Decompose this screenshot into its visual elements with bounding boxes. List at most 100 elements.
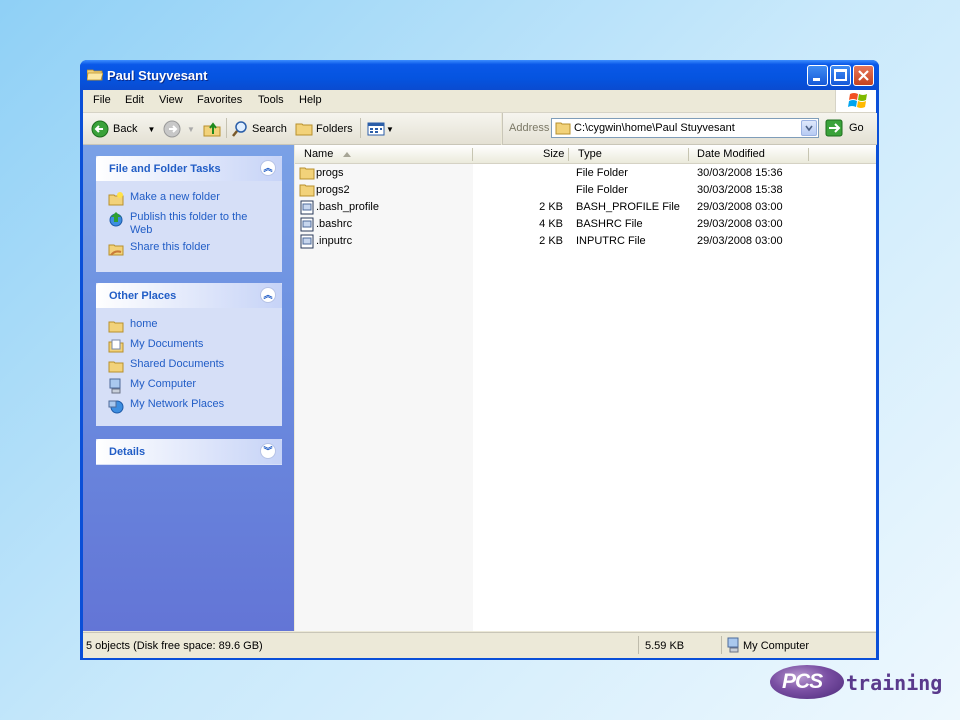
search-icon xyxy=(232,121,247,137)
task-pane: File and Folder Tasks ︽ Make a new folde… xyxy=(83,145,294,631)
column-divider[interactable] xyxy=(688,148,689,161)
views-button[interactable]: ▼ xyxy=(367,119,394,139)
forward-arrow-icon xyxy=(163,120,181,138)
file-type: File Folder xyxy=(576,184,628,196)
share-folder-icon xyxy=(108,244,124,256)
panel-header[interactable]: File and Folder Tasks ︽ xyxy=(96,156,282,181)
place-my-computer[interactable]: My Computer xyxy=(108,378,258,394)
file-list-view: Name Size Type Date Modified progs File … xyxy=(295,145,876,631)
back-label: Back xyxy=(113,123,138,135)
file-modified: 30/03/2008 15:38 xyxy=(697,184,783,196)
file-type: INPUTRC File xyxy=(576,235,646,247)
file-folder-tasks-panel: File and Folder Tasks ︽ Make a new folde… xyxy=(96,156,282,272)
panel-title: Other Places xyxy=(109,290,177,302)
explorer-window: Paul Stuyvesant File Edit View Favorites… xyxy=(80,60,879,660)
panel-header[interactable]: Other Places ︽ xyxy=(96,283,282,308)
place-my-network[interactable]: My Network Places xyxy=(108,398,258,414)
close-icon xyxy=(858,70,869,81)
back-button[interactable]: Back ▼ xyxy=(91,119,155,139)
standard-toolbar: Back ▼ ▼ Search Folders ▼ xyxy=(83,113,501,145)
folder-icon xyxy=(555,122,571,135)
file-name: progs xyxy=(316,167,344,179)
windows-flag-icon xyxy=(848,93,867,108)
minimize-icon xyxy=(813,78,820,81)
folders-button[interactable]: Folders xyxy=(295,119,353,139)
file-modified: 29/03/2008 03:00 xyxy=(697,235,783,247)
place-label: My Network Places xyxy=(130,398,225,410)
title-bar[interactable]: Paul Stuyvesant xyxy=(80,60,879,90)
table-row[interactable]: .bashrc 4 KB BASHRC File 29/03/2008 03:0… xyxy=(295,216,876,233)
task-share-folder[interactable]: Share this folder xyxy=(108,241,258,257)
file-size: 2 KB xyxy=(539,235,563,247)
menu-bar: File Edit View Favorites Tools Help xyxy=(83,90,876,113)
search-label: Search xyxy=(252,123,287,135)
up-folder-icon xyxy=(203,122,221,137)
forward-button[interactable]: ▼ xyxy=(163,119,195,139)
place-home[interactable]: home xyxy=(108,318,258,334)
task-publish-web[interactable]: Publish this folder to the Web xyxy=(108,211,258,237)
close-button[interactable] xyxy=(853,65,874,86)
other-places-panel: Other Places ︽ home My Documents Shared … xyxy=(96,283,282,426)
collapse-icon[interactable]: ︽ xyxy=(260,160,276,176)
status-bar: 5 objects (Disk free space: 89.6 GB) 5.5… xyxy=(83,632,876,658)
panel-title: File and Folder Tasks xyxy=(109,163,221,175)
up-folder-button[interactable] xyxy=(203,119,221,139)
folders-icon xyxy=(295,123,313,136)
column-type[interactable]: Type xyxy=(578,148,602,160)
column-size[interactable]: Size xyxy=(543,148,564,160)
column-divider[interactable] xyxy=(568,148,569,161)
menu-tools[interactable]: Tools xyxy=(258,94,284,106)
table-row[interactable]: progs2 File Folder 30/03/2008 15:38 xyxy=(295,182,876,199)
menu-view[interactable]: View xyxy=(159,94,183,106)
panel-header[interactable]: Details ︾ xyxy=(96,439,282,464)
place-label: My Documents xyxy=(130,338,204,350)
place-label: Shared Documents xyxy=(130,358,225,370)
views-icon xyxy=(367,122,385,136)
menu-help[interactable]: Help xyxy=(299,94,322,106)
table-row[interactable]: .inputrc 2 KB INPUTRC File 29/03/2008 03… xyxy=(295,233,876,250)
address-label: Address xyxy=(509,122,550,134)
file-type: File Folder xyxy=(576,167,628,179)
go-label: Go xyxy=(849,122,864,134)
file-icon xyxy=(300,200,314,215)
back-arrow-icon xyxy=(91,120,109,138)
expand-icon[interactable]: ︾ xyxy=(260,443,276,459)
my-computer-icon xyxy=(727,637,739,653)
file-size: 2 KB xyxy=(539,201,563,213)
minimize-button[interactable] xyxy=(807,65,828,86)
table-row[interactable]: .bash_profile 2 KB BASH_PROFILE File 29/… xyxy=(295,199,876,216)
file-modified: 30/03/2008 15:36 xyxy=(697,167,783,179)
table-row[interactable]: progs File Folder 30/03/2008 15:36 xyxy=(295,165,876,182)
task-make-new-folder[interactable]: Make a new folder xyxy=(108,191,258,207)
column-divider[interactable] xyxy=(472,148,473,161)
menu-edit[interactable]: Edit xyxy=(125,94,144,106)
folder-icon xyxy=(299,184,315,197)
task-label: Make a new folder xyxy=(130,191,220,203)
maximize-button[interactable] xyxy=(830,65,851,86)
go-button[interactable]: Go xyxy=(825,118,864,138)
pcs-training-logo: PCS training xyxy=(770,664,942,704)
place-label: home xyxy=(130,318,158,330)
place-my-documents[interactable]: My Documents xyxy=(108,338,258,354)
column-name[interactable]: Name xyxy=(304,148,333,160)
address-input[interactable]: C:\cygwin\home\Paul Stuyvesant xyxy=(551,118,819,138)
back-dropdown-icon[interactable]: ▼ xyxy=(147,125,155,134)
collapse-icon[interactable]: ︽ xyxy=(260,287,276,303)
menu-favorites[interactable]: Favorites xyxy=(197,94,242,106)
file-type: BASHRC File xyxy=(576,218,643,230)
chevron-down-icon xyxy=(805,125,813,132)
column-date-modified[interactable]: Date Modified xyxy=(697,148,765,160)
menu-file[interactable]: File xyxy=(93,94,111,106)
folder-icon xyxy=(108,321,124,333)
column-divider[interactable] xyxy=(808,148,809,161)
panel-title: Details xyxy=(109,446,146,458)
file-modified: 29/03/2008 03:00 xyxy=(697,201,783,213)
folder-open-icon xyxy=(87,69,103,81)
new-folder-icon xyxy=(108,192,124,206)
address-dropdown-button[interactable] xyxy=(801,120,817,136)
place-shared-documents[interactable]: Shared Documents xyxy=(108,358,258,374)
address-value: C:\cygwin\home\Paul Stuyvesant xyxy=(574,122,735,134)
search-button[interactable]: Search xyxy=(231,119,287,139)
toolbar-separator xyxy=(226,118,227,138)
forward-dropdown-icon[interactable]: ▼ xyxy=(187,125,195,134)
